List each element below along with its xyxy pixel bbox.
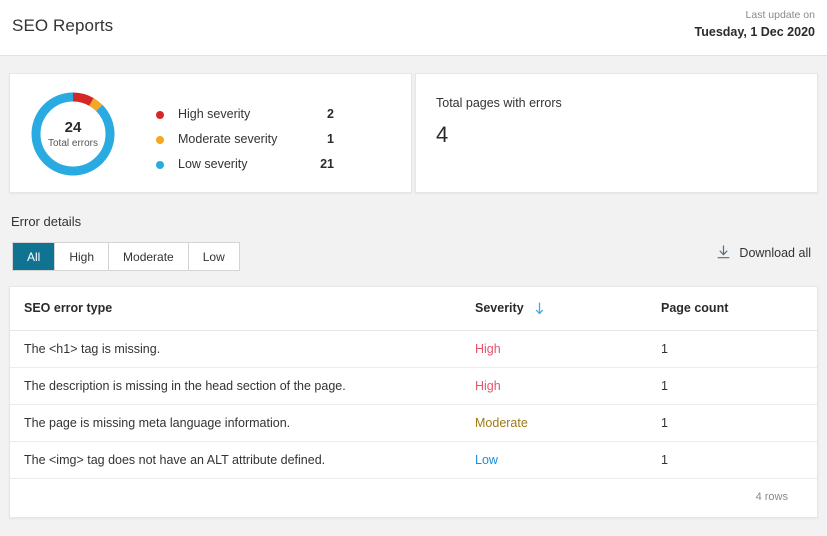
total-pages-value: 4: [436, 122, 448, 148]
arrow-down-icon: [535, 302, 544, 315]
legend-count-moderate: 1: [156, 127, 334, 152]
table-row[interactable]: The <img> tag does not have an ALT attri…: [10, 442, 817, 479]
column-header-seo-error-type[interactable]: SEO error type: [24, 287, 112, 330]
total-errors-card: 24 Total errors High severity 2 Moderate…: [9, 73, 412, 193]
cell-page-count: 1: [661, 368, 668, 404]
table-row[interactable]: The <h1> tag is missing. High 1: [10, 331, 817, 368]
cell-severity: High: [475, 368, 501, 404]
cell-severity: High: [475, 331, 501, 367]
cell-error-type: The <img> tag does not have an ALT attri…: [24, 442, 325, 478]
severity-legend: High severity 2 Moderate severity 1 Low …: [156, 102, 346, 177]
tab-moderate[interactable]: Moderate: [109, 243, 189, 270]
legend-item-low: Low severity 21: [156, 152, 346, 177]
cell-severity: Moderate: [475, 405, 528, 441]
severity-filter-tabs[interactable]: All High Moderate Low: [12, 242, 240, 271]
legend-count-high: 2: [156, 102, 334, 127]
column-header-severity[interactable]: Severity: [475, 287, 544, 330]
cell-error-type: The page is missing meta language inform…: [24, 405, 290, 441]
table-row[interactable]: The page is missing meta language inform…: [10, 405, 817, 442]
legend-item-moderate: Moderate severity 1: [156, 127, 346, 152]
download-all-button[interactable]: Download all: [717, 245, 811, 260]
errors-donut-chart: 24 Total errors: [31, 92, 115, 176]
error-details-table: SEO error type Severity Page count The <…: [9, 286, 818, 518]
download-all-label: Download all: [739, 246, 811, 260]
cell-error-type: The description is missing in the head s…: [24, 368, 346, 404]
cell-page-count: 1: [661, 442, 668, 478]
summary-cards-row: 24 Total errors High severity 2 Moderate…: [9, 73, 818, 193]
cell-severity: Low: [475, 442, 498, 478]
column-header-page-count[interactable]: Page count: [661, 287, 728, 330]
download-icon: [717, 245, 730, 260]
table-footer: 4 rows: [10, 479, 817, 518]
legend-count-low: 21: [156, 152, 334, 177]
last-update-date: Tuesday, 1 Dec 2020: [695, 24, 815, 41]
table-header-row: SEO error type Severity Page count: [10, 287, 817, 331]
donut-svg: [31, 92, 115, 176]
tab-low[interactable]: Low: [189, 243, 239, 270]
last-update-label: Last update on: [695, 8, 815, 22]
table-row[interactable]: The description is missing in the head s…: [10, 368, 817, 405]
tab-all[interactable]: All: [13, 243, 55, 270]
total-pages-with-errors-card: Total pages with errors 4: [415, 73, 818, 193]
tab-high[interactable]: High: [55, 243, 109, 270]
last-update-block: Last update on Tuesday, 1 Dec 2020: [695, 8, 815, 41]
error-details-title: Error details: [11, 214, 81, 229]
cell-page-count: 1: [661, 331, 668, 367]
legend-item-high: High severity 2: [156, 102, 346, 127]
page-title: SEO Reports: [12, 16, 113, 36]
total-pages-title: Total pages with errors: [436, 96, 562, 110]
column-header-severity-label: Severity: [475, 301, 524, 315]
cell-page-count: 1: [661, 405, 668, 441]
page-header: SEO Reports Last update on Tuesday, 1 De…: [0, 0, 827, 56]
cell-error-type: The <h1> tag is missing.: [24, 331, 160, 367]
row-count-label: 4 rows: [756, 491, 788, 503]
